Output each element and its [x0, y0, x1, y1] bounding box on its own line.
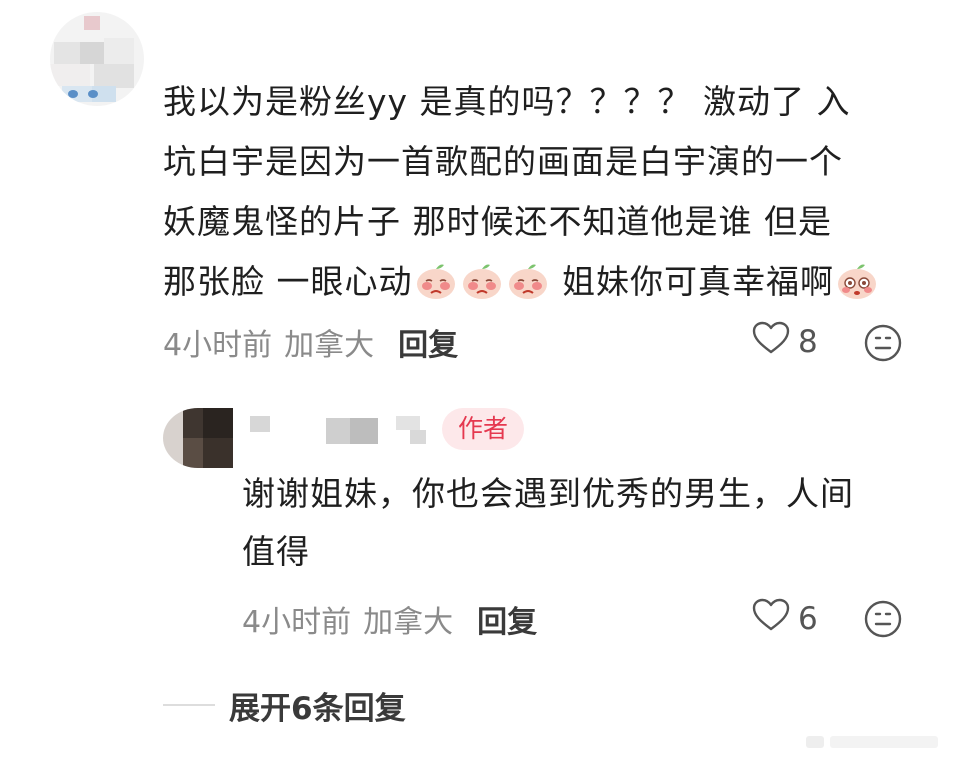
- reply-location: 加拿大: [363, 605, 454, 640]
- comment-line: 妖魔鬼怪的片子 那时候还不知道他是谁 但是: [163, 202, 832, 241]
- reply-line: 值得: [242, 532, 310, 571]
- comment-meta: 4小时前 加拿大 回复: [163, 320, 458, 364]
- author-badge: 作者: [442, 408, 524, 450]
- reply-like-button[interactable]: 6: [752, 597, 818, 641]
- reply-like-count: 6: [798, 601, 818, 637]
- comment-body: 我以为是粉丝yy 是真的吗？？？？ 激动了 入 坑白宇是因为一首歌配的画面是白宇…: [163, 72, 923, 312]
- peach-blush-emoji-icon: [414, 260, 458, 320]
- like-count: 8: [798, 324, 818, 360]
- expand-divider: [163, 704, 215, 706]
- commenter-avatar[interactable]: [50, 12, 144, 106]
- reply-body: 谢谢姐妹，你也会遇到优秀的男生，人间 值得: [242, 465, 922, 581]
- comment-line-text: 那张脸 一眼心动: [163, 262, 413, 301]
- comment-line-4: 那张脸 一眼心动 姐妹你可真幸福啊: [163, 252, 923, 312]
- reply-reply-button[interactable]: 回复: [477, 597, 537, 641]
- comment-line-suffix: 姐妹你可真幸福啊: [562, 262, 834, 301]
- peach-blush-emoji-icon: [460, 260, 504, 320]
- like-button[interactable]: 8: [752, 320, 818, 364]
- reply-username-blurred[interactable]: [250, 412, 440, 448]
- face-icon[interactable]: [863, 323, 903, 363]
- reply-meta: 4小时前 加拿大 回复: [242, 597, 537, 641]
- watermark-logo: [806, 732, 946, 752]
- peach-blush-emoji-icon: [506, 260, 550, 320]
- expand-replies-label[interactable]: 展开6条回复: [229, 683, 406, 728]
- comment-line: 我以为是粉丝yy 是真的吗？？？？ 激动了 入: [163, 82, 851, 121]
- comment-location: 加拿大: [284, 328, 375, 363]
- expand-replies[interactable]: 展开6条回复: [163, 683, 406, 727]
- reply-avatar[interactable]: [163, 408, 233, 468]
- face-icon[interactable]: [863, 599, 903, 639]
- peach-starry-emoji-icon: [835, 260, 879, 320]
- reply-line: 谢谢姐妹，你也会遇到优秀的男生，人间: [242, 474, 854, 513]
- reply-button[interactable]: 回复: [398, 320, 458, 364]
- heart-outline-icon: [752, 321, 790, 363]
- comment-time: 4小时前: [163, 328, 273, 363]
- reply-time: 4小时前: [242, 605, 352, 640]
- heart-outline-icon: [752, 598, 790, 640]
- comment-line: 坑白宇是因为一首歌配的画面是白宇演的一个: [163, 142, 843, 181]
- comment-thread: 我以为是粉丝yy 是真的吗？？？？ 激动了 入 坑白宇是因为一首歌配的画面是白宇…: [0, 0, 960, 761]
